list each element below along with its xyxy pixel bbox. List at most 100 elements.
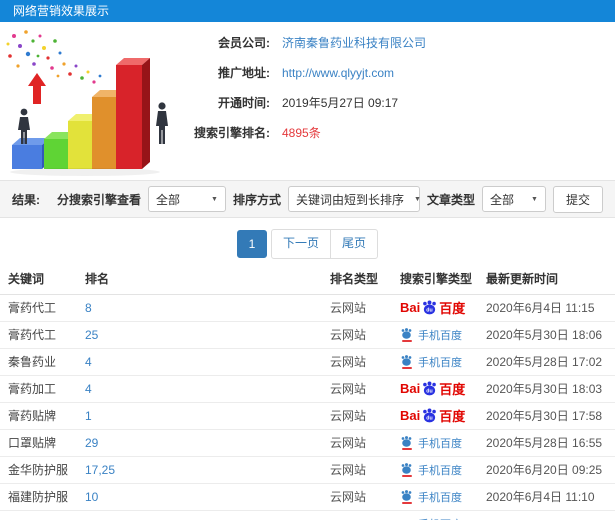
table-row: 膏药代工 8 云网站 Bai du 百度 2020年6月4日 11:15 [0,294,615,322]
pagination: 1 下一页 尾页 [0,229,615,259]
rank-type-cell: 云网站 [330,328,367,342]
bar-chart-illustration [0,26,182,180]
keyword-cell: 金华防护服 [8,463,69,477]
hero-section: 会员公司: 济南秦鲁药业科技有限公司推广地址: http://www.qlyyjt.… [0,22,615,180]
keyword-cell: 福建防护服 [8,490,69,504]
mobile-baidu-badge: 手机百度 [400,354,462,370]
keyword-cell: 膏药代工 [8,328,57,342]
baidu-logo: Bai du 百度 [400,300,466,316]
info-row: 开通时间: 2019年5月27日 09:17 [182,96,615,110]
keyword-cell: 口罩贴牌 [8,436,57,450]
col-rank: 排名 [85,264,330,295]
update-time-cell: 2020年5月30日 17:58 [486,409,603,423]
bars [12,58,150,169]
sort-select[interactable]: 关键词由短到长排序 ▼ [287,186,421,212]
col-engine-type: 搜索引擎类型 [392,264,486,295]
info-label: 会员公司: [218,36,270,50]
bar-chart-graphic [6,30,168,176]
chevron-down-icon: ▼ [211,195,218,203]
table-row: Bai du 百度 [0,510,615,520]
info-row: 搜索引擎排名: 4895条 [182,126,615,140]
baidu-paw-icon: du [423,300,437,315]
engine-view-select[interactable]: 全部 ▼ [147,186,226,212]
info-label: 搜索引擎排名: [194,126,270,140]
mobile-baidu-badge: 手机百度 [400,327,462,343]
mobile-baidu-paw-icon [400,354,413,369]
page-title-bar: 网络营销效果展示 [0,0,615,22]
filter-bar: 结果: 分搜索引擎查看 全部 ▼ 排序方式 关键词由短到长排序 ▼ 文章类型 全… [0,180,615,218]
update-time-cell: 2020年6月20日 09:25 [486,463,603,477]
chevron-down-icon: ▼ [413,195,421,203]
table-row: 福建防护服 10 云网站 Bai du 百度 [0,483,615,511]
up-arrow [28,73,46,104]
update-time-cell: 2020年6月4日 11:15 [486,301,595,315]
rank-type-cell: 云网站 [330,301,367,315]
table-row: 膏药贴牌 1 云网站 Bai du 百度 2020年5月30日 17:58 [0,402,615,430]
mobile-baidu-badge: 手机百度 [400,512,462,520]
sort-label: 排序方式 [232,192,281,207]
mobile-baidu-paw-icon [400,489,413,504]
keyword-cell: 膏药加工 [8,382,57,396]
info-label: 推广地址: [218,66,270,80]
table-row: 膏药加工 4 云网站 Bai du 百度 2020年5月30日 18:03 [0,375,615,403]
baidu-logo: Bai du 百度 [400,408,466,424]
update-time-cell: 2020年5月30日 18:03 [486,382,603,396]
rank-type-cell: 云网站 [330,490,367,504]
info-value: 4895条 [282,126,321,140]
table-row: 秦鲁药业 4 云网站 Bai du 百度 [0,348,615,376]
svg-text:du: du [427,388,433,394]
article-type-label: 文章类型 [426,192,475,207]
rank-type-cell: 云网站 [330,409,367,423]
keyword-cell: 膏药贴牌 [8,409,57,423]
info-value: 2019年5月27日 09:17 [282,96,399,110]
update-time-cell: 2020年5月28日 17:02 [486,355,603,369]
rank-type-cell: 云网站 [330,463,367,477]
engine-view-label: 分搜索引擎查看 [56,192,141,207]
rank-link[interactable]: 8 [85,301,92,315]
person-right [156,102,168,144]
last-page-button[interactable]: 尾页 [330,230,377,258]
mobile-baidu-badge: 手机百度 [400,489,462,505]
company-info: 会员公司: 济南秦鲁药业科技有限公司推广地址: http://www.qlyyjt.… [182,26,615,180]
rank-link[interactable]: 1 [85,409,92,423]
ranking-table: 关键词 排名 排名类型 搜索引擎类型 最新更新时间 膏药代工 8 云网站 Bai… [0,264,615,520]
rank-link[interactable]: 25 [85,328,98,342]
col-rank-type: 排名类型 [330,264,392,295]
info-label: 开通时间: [218,96,270,110]
col-keyword: 关键词 [0,264,85,295]
table-row: 口罩贴牌 29 云网站 Bai du 百度 [0,429,615,457]
article-type-select[interactable]: 全部 ▼ [481,186,546,212]
info-row: 推广地址: http://www.qlyyjt.com [182,66,615,80]
rank-type-cell: 云网站 [330,355,367,369]
next-page-button[interactable]: 下一页 [272,230,330,258]
rank-link[interactable]: 4 [85,355,92,369]
chevron-down-icon: ▼ [531,195,538,203]
rank-link[interactable]: 29 [85,436,98,450]
result-label: 结果: [12,192,40,207]
confetti-dots [6,30,102,84]
info-value[interactable]: http://www.qlyyjt.com [282,66,394,80]
rank-type-cell: 云网站 [330,382,367,396]
table-row: 膏药代工 25 云网站 Bai du 百度 [0,321,615,349]
table-row: 金华防护服 17,25 云网站 Bai du 百度 [0,456,615,484]
article-type-selected-value: 全部 [489,192,514,207]
info-value[interactable]: 济南秦鲁药业科技有限公司 [282,36,426,50]
rank-link[interactable]: 17,25 [85,463,115,477]
rank-link[interactable]: 4 [85,382,92,396]
page-1-button[interactable]: 1 [236,230,267,258]
baidu-paw-icon: du [423,408,437,423]
svg-text:du: du [427,307,433,313]
mobile-baidu-paw-icon [400,435,413,450]
baidu-paw-icon: du [423,381,437,396]
mobile-baidu-paw-icon [400,327,413,342]
sort-selected-value: 关键词由短到长排序 [295,192,404,207]
col-update-time: 最新更新时间 [486,264,615,295]
mobile-baidu-badge: 手机百度 [400,462,462,478]
page-title: 网络营销效果展示 [13,4,110,18]
info-row: 会员公司: 济南秦鲁药业科技有限公司 [182,36,615,50]
keyword-cell: 秦鲁药业 [8,355,57,369]
submit-button[interactable]: 提交 [552,185,603,213]
rank-link[interactable]: 10 [85,490,98,504]
baidu-logo: Bai du 百度 [400,381,466,397]
update-time-cell: 2020年5月28日 16:55 [486,436,603,450]
